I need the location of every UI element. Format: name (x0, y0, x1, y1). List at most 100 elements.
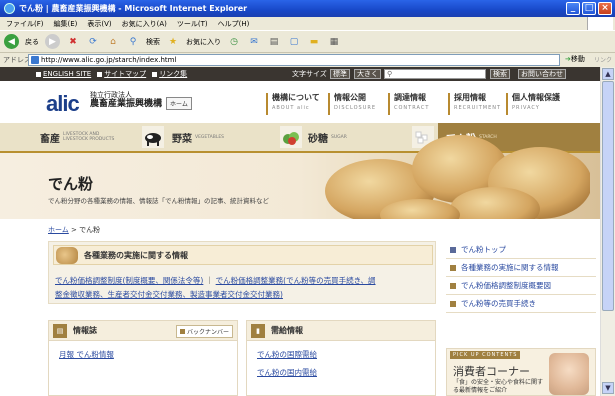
magnifier-icon: ⚲ (387, 70, 393, 78)
messenger-icon[interactable]: ▦ (327, 35, 341, 49)
breadcrumb: ホーム > でん粉 (48, 225, 100, 235)
stop-icon[interactable]: ✖ (66, 35, 80, 49)
history-icon[interactable]: ◷ (227, 35, 241, 49)
menu-edit[interactable]: 編集(E) (54, 19, 78, 29)
magazine-title: 情報誌 (73, 326, 97, 335)
cow-icon (142, 126, 164, 148)
link-price-system[interactable]: でん粉価格調整制度(制度概要、関係法令等) (55, 276, 203, 285)
print-icon[interactable]: ▤ (267, 35, 281, 49)
english-site-link[interactable]: ENGLISH SITE (36, 70, 91, 78)
info-box-links: でん粉価格調整制度(制度概要、関係法令等) ｜ でん粉価格調整業務(でん粉等の売… (55, 274, 430, 302)
pickup-consumer-corner[interactable]: PICK UP CONTENTS 消費者コーナー 「食」の安全・安心や食料に関す… (446, 348, 596, 396)
nav-privacy[interactable]: 個人情報保護 PRIVACY (506, 93, 560, 115)
scroll-thumb[interactable] (602, 81, 614, 311)
bullet-icon (36, 71, 41, 77)
bullet-icon (450, 283, 456, 289)
page-title: でん粉 (48, 175, 94, 193)
mail-icon[interactable]: ✉ (247, 35, 261, 49)
right-sidebar-nav: でん粉トップ 各種業務の実施に関する情報 でん粉価格調整制度概要図 でん粉等の売… (446, 241, 596, 313)
book-icon: ▤ (53, 323, 67, 338)
link-domestic-supply[interactable]: でん粉の国内需給 (257, 367, 317, 378)
menu-help[interactable]: ヘルプ(H) (218, 19, 250, 29)
alic-logo[interactable]: alic (46, 91, 80, 117)
supply-header: ▮ 需給情報 (247, 321, 435, 341)
forward-arrow-icon[interactable]: ▶ (45, 34, 60, 49)
window-title: でん粉 | 農畜産業振興機構 - Microsoft Internet Expl… (19, 4, 248, 13)
hero-banner: でん粉 でん粉分野の各種業務の情報、情報誌「でん粉情報」の記事、統計資料など (0, 135, 600, 219)
home-icon[interactable]: ⌂ (106, 35, 120, 49)
favorites-star-icon[interactable]: ★ (166, 35, 180, 49)
address-input[interactable]: http://www.alic.go.jp/starch/index.html (28, 54, 560, 66)
page-icon (31, 56, 39, 64)
nav-disclosure[interactable]: 情報公開 DISCLOSURE (328, 93, 376, 115)
home-button[interactable]: ホーム (166, 97, 192, 110)
maximize-button[interactable]: □ (582, 2, 596, 15)
bar-chart-icon: ▮ (251, 323, 265, 338)
pickup-title: 消費者コーナー (453, 365, 530, 378)
bullet-icon (450, 247, 456, 253)
close-button[interactable]: × (598, 2, 612, 15)
business-info-box: 各種業務の実施に関する情報 でん粉価格調整制度(制度概要、関係法令等) ｜ でん… (48, 241, 436, 304)
sidebar-item-starch-top[interactable]: でん粉トップ (446, 241, 596, 259)
link-monthly-starch[interactable]: 月報 でん粉情報 (59, 349, 114, 360)
favorites-button[interactable]: お気に入り (186, 37, 221, 47)
sitemap-link[interactable]: サイトマップ (97, 69, 146, 79)
consumer-photo (549, 353, 589, 395)
browser-toolbar: ◀ 戻る ▶ ✖ ⟳ ⌂ ⚲ 検索 ★ お気に入り ◷ ✉ ▤ ▢ ▬ ▦ (0, 30, 615, 53)
vertical-scrollbar[interactable]: ▲ ▼ (600, 67, 615, 396)
sidebar-item-price-diagram[interactable]: でん粉価格調整制度概要図 (446, 277, 596, 295)
info-box-title: 各種業務の実施に関する情報 (84, 250, 188, 260)
nav-about[interactable]: 機構について ABOUT alic (266, 93, 320, 115)
menu-tools[interactable]: ツール(T) (177, 19, 208, 29)
search-button[interactable]: 検索 (146, 37, 160, 47)
site-top-nav: ENGLISH SITE サイトマップ リンク集 文字サイズ 標準 大きく ⚲ … (0, 67, 600, 81)
address-url: http://www.alic.go.jp/starch/index.html (41, 56, 177, 64)
back-button[interactable]: 戻る (25, 37, 39, 47)
back-arrow-icon[interactable]: ◀ (4, 34, 19, 49)
refresh-icon[interactable]: ⟳ (86, 35, 100, 49)
minimize-button[interactable]: _ (566, 2, 580, 15)
address-bar: アドレス(D) http://www.alic.go.jp/starch/ind… (0, 53, 615, 67)
magazine-box: ▤ 情報誌 バックナンバー 月報 でん粉情報 (48, 320, 238, 396)
menu-bar: ファイル(F) 編集(E) 表示(V) お気に入り(A) ツール(T) ヘルプ(… (0, 17, 615, 30)
supply-title: 需給情報 (271, 326, 303, 335)
go-button[interactable]: ➔移動 (565, 54, 585, 64)
back-numbers-button[interactable]: バックナンバー (175, 325, 233, 338)
magazine-header: ▤ 情報誌 バックナンバー (49, 321, 237, 341)
vegetable-icon (280, 126, 302, 148)
potato-image (325, 135, 590, 219)
supply-demand-box: ▮ 需給情報 でん粉の国際需給 でん粉の国内需給 (246, 320, 436, 396)
search-icon[interactable]: ⚲ (126, 35, 140, 49)
menu-file[interactable]: ファイル(F) (6, 19, 44, 29)
window-title-bar: でん粉 | 農畜産業振興機構 - Microsoft Internet Expl… (0, 0, 615, 17)
sidebar-item-trading[interactable]: でん粉等の売買手続き (446, 295, 596, 313)
links-label[interactable]: リンク (594, 55, 612, 64)
breadcrumb-home[interactable]: ホーム (48, 226, 69, 234)
edit-icon[interactable]: ▢ (287, 35, 301, 49)
contact-button[interactable]: お問い合わせ (518, 69, 566, 79)
bullet-icon (179, 329, 185, 334)
windows-logo-icon (587, 17, 613, 30)
menu-view[interactable]: 表示(V) (87, 19, 111, 29)
site-search-input[interactable]: ⚲ (384, 69, 486, 79)
nav-contract[interactable]: 調達情報 CONTRACT (388, 93, 429, 115)
site-search-button[interactable]: 検索 (490, 69, 510, 79)
page-subtitle: でん粉分野の各種業務の情報、情報誌「でん粉情報」の記事、統計資料など (48, 197, 269, 205)
folder-icon[interactable]: ▬ (307, 35, 321, 49)
font-standard-button[interactable]: 標準 (330, 69, 350, 79)
bullet-icon (97, 71, 103, 77)
sidebar-item-business-info[interactable]: 各種業務の実施に関する情報 (446, 259, 596, 277)
link-international-supply[interactable]: でん粉の国際需給 (257, 349, 317, 360)
site-header: alic 独立行政法人 農畜産業振興機構 ホーム 機構について ABOUT ali… (0, 81, 600, 123)
links-link[interactable]: リンク集 (152, 69, 187, 79)
info-box-header: 各種業務の実施に関する情報 (53, 245, 433, 265)
org-name-block: 独立行政法人 農畜産業振興機構 (90, 91, 162, 109)
category-vegetables[interactable]: 野菜 VEGETABLES (172, 123, 272, 151)
font-large-button[interactable]: 大きく (354, 69, 381, 79)
bullet-icon (450, 265, 456, 271)
scroll-up-icon[interactable]: ▲ (602, 68, 614, 80)
scroll-down-icon[interactable]: ▼ (602, 382, 614, 394)
nav-recruitment[interactable]: 採用情報 RECRUITMENT (448, 93, 501, 115)
menu-favorites[interactable]: お気に入り(A) (122, 19, 167, 29)
bullet-icon (450, 301, 456, 307)
